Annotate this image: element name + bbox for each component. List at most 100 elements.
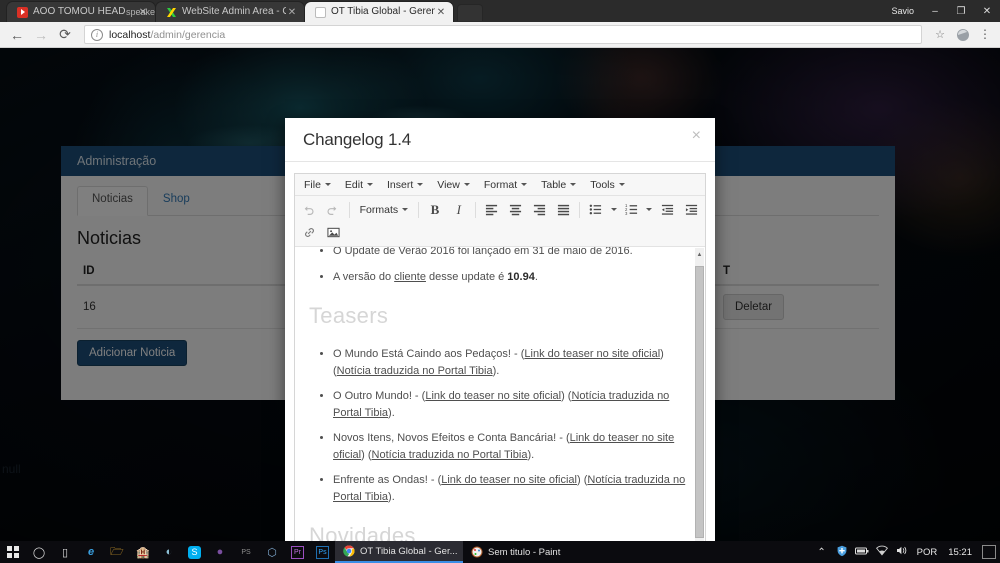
novidades-heading: Novidades <box>309 523 416 541</box>
menu-insert[interactable]: Insert <box>380 177 430 193</box>
photoshop-alt-icon[interactable]: PS <box>233 549 259 556</box>
file-explorer-icon[interactable]: 🗁 <box>104 543 130 562</box>
align-center-icon[interactable] <box>504 199 528 220</box>
profile-name[interactable]: Savio <box>883 6 922 16</box>
numbered-list-icon[interactable]: 123 <box>620 199 644 220</box>
teaser-portal-link[interactable]: Notícia traduzida no Portal Tibia <box>337 365 493 377</box>
defender-icon[interactable] <box>832 545 852 560</box>
image-icon[interactable] <box>321 222 345 243</box>
battery-icon[interactable] <box>852 546 872 559</box>
outdent-icon[interactable] <box>655 199 679 220</box>
formats-dropdown-label: Formats <box>359 203 399 216</box>
modal-header: Changelog 1.4 × <box>285 118 715 162</box>
language-indicator[interactable]: POR <box>912 547 943 558</box>
new-tab-button[interactable] <box>457 4 483 21</box>
package-icon[interactable]: ⬡ <box>259 546 285 559</box>
task-view-icon[interactable]: ▯ <box>52 546 78 559</box>
steam-icon[interactable]: ◐ <box>156 546 182 558</box>
reload-button[interactable]: ⟳ <box>54 24 76 46</box>
close-icon[interactable]: ✕ <box>435 7 447 18</box>
teasers-heading: Teasers <box>309 303 389 328</box>
teaser-official-link[interactable]: Link do teaser no site oficial <box>524 348 660 360</box>
align-left-icon[interactable] <box>480 199 504 220</box>
premiere-icon[interactable]: Pr <box>291 545 304 559</box>
chevron-down-icon <box>646 208 653 211</box>
browser-toolbar: ← → ⟳ i localhost /admin/gerencia ☆ ⋮ <box>0 22 1000 48</box>
skype-icon[interactable]: S <box>188 545 201 559</box>
teaser-official-link[interactable]: Link do teaser no site oficial <box>425 390 561 402</box>
browser-menu-icon[interactable]: ⋮ <box>976 28 994 40</box>
network-icon[interactable] <box>872 545 892 559</box>
bookmark-star-icon[interactable]: ☆ <box>930 28 950 41</box>
menu-table[interactable]: Table <box>534 177 583 193</box>
speaker-icon[interactable]: speaker-icon <box>126 7 155 17</box>
italic-icon[interactable]: I <box>447 199 471 220</box>
extension-icon[interactable] <box>952 28 974 42</box>
list-item: O Outro Mundo! - (Link do teaser no site… <box>333 388 691 421</box>
address-bar[interactable]: i localhost /admin/gerencia <box>84 25 922 44</box>
maximize-button[interactable]: ❐ <box>948 0 974 22</box>
cliente-link[interactable]: cliente <box>394 271 426 283</box>
list-item: Novos Itens, Novos Efeitos e Conta Bancá… <box>333 430 691 463</box>
minimize-button[interactable]: – <box>922 0 948 22</box>
menu-edit[interactable]: Edit <box>338 177 380 193</box>
tray-expand-icon[interactable]: ⌃ <box>812 547 832 558</box>
editor-content-area[interactable]: O Update de Verão 2016 foi lançado em 31… <box>295 247 705 541</box>
link-icon[interactable] <box>297 222 321 243</box>
teaser-portal-link[interactable]: Notícia traduzida no Portal Tibia <box>372 449 528 461</box>
chevron-down-icon <box>570 183 577 186</box>
site-info-icon[interactable]: i <box>91 28 103 41</box>
editor-toolbar: Formats B I 1 2 3 <box>295 196 705 247</box>
menu-tools-label: Tools <box>590 178 615 191</box>
teaser-official-link[interactable]: Link do teaser no site oficial <box>441 474 577 486</box>
menu-format[interactable]: Format <box>477 177 534 193</box>
store-icon[interactable]: 🏨 <box>130 546 156 559</box>
align-right-icon[interactable] <box>527 199 551 220</box>
volume-icon[interactable] <box>892 545 912 559</box>
close-icon[interactable]: ✕ <box>137 7 149 18</box>
chevron-down-icon <box>367 183 374 186</box>
sep: - <box>427 474 438 486</box>
close-icon[interactable]: ✕ <box>286 7 298 18</box>
cortana-search-icon[interactable]: ◯ <box>26 546 52 559</box>
taskbar-window-paint[interactable]: Sem titulo - Paint <box>463 541 568 563</box>
formats-dropdown[interactable]: Formats <box>354 202 415 218</box>
bullet-list-icon[interactable] <box>584 199 608 220</box>
browser-tab-3[interactable]: OT Tibia Global - Gerenc ✕ <box>304 1 454 22</box>
windows-taskbar: ◯ ▯ e 🗁 🏨 ◐ S ● PS ⬡ Pr Ps OT Tibia Glob… <box>0 541 1000 563</box>
list-item: Enfrente as Ondas! - (Link do teaser no … <box>333 472 691 505</box>
redo-icon[interactable] <box>321 199 345 220</box>
browser-tab-1[interactable]: AOO TOMOU HEADS speaker-icon ✕ <box>6 1 156 22</box>
generic-app-icon[interactable]: ● <box>207 546 233 558</box>
menu-view-label: View <box>437 178 460 191</box>
scrollbar-thumb[interactable] <box>695 266 704 538</box>
forward-button[interactable]: → <box>30 24 52 46</box>
close-icon[interactable]: × <box>692 128 701 144</box>
svg-text:3: 3 <box>625 211 628 216</box>
editor-scrollbar[interactable]: ▲ <box>695 248 704 541</box>
system-clock[interactable]: 15:21 <box>942 547 978 558</box>
show-desktop-button[interactable] <box>982 545 996 559</box>
menu-view[interactable]: View <box>430 177 477 193</box>
windows-logo-icon[interactable] <box>0 541 26 563</box>
undo-icon[interactable] <box>297 199 321 220</box>
list-item: O Update de Verão 2016 foi lançado em 31… <box>333 247 691 260</box>
browser-tab-2[interactable]: WebSite Admin Area - G ✕ <box>155 1 305 22</box>
edge-icon[interactable]: e <box>78 546 104 558</box>
taskbar-window-chrome[interactable]: OT Tibia Global - Ger... <box>335 541 463 563</box>
align-justify-icon[interactable] <box>551 199 575 220</box>
menu-tools[interactable]: Tools <box>583 177 632 193</box>
bullet-list-dropdown[interactable] <box>608 208 620 211</box>
menu-file[interactable]: File <box>297 177 338 193</box>
bold-icon[interactable]: B <box>423 199 447 220</box>
close-window-button[interactable]: ✕ <box>974 0 1000 22</box>
back-button[interactable]: ← <box>6 24 28 46</box>
numbered-list-dropdown[interactable] <box>643 208 655 211</box>
list-item: A versão do cliente desse update é 10.94… <box>333 269 691 286</box>
scroll-up-icon[interactable]: ▲ <box>695 250 704 260</box>
indent-icon[interactable] <box>679 199 703 220</box>
photoshop-icon[interactable]: Ps <box>316 545 329 559</box>
menu-file-label: File <box>304 178 321 191</box>
youtube-icon <box>17 6 28 18</box>
teaser-title: Novos Itens, Novos Efeitos e Conta Bancá… <box>333 432 557 444</box>
